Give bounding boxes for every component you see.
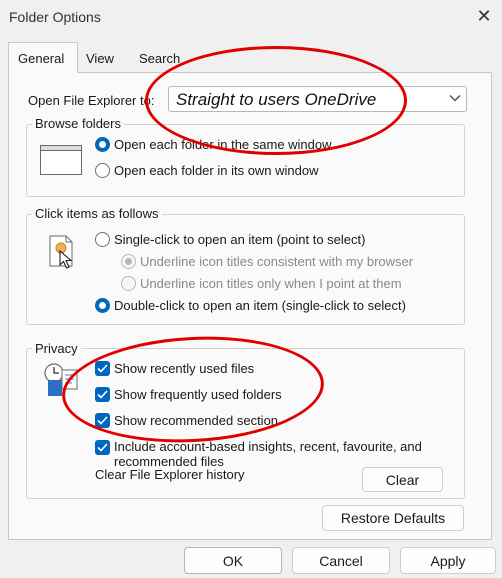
tab-general[interactable]: General bbox=[8, 42, 78, 73]
checkmark-icon[interactable] bbox=[95, 440, 110, 455]
checkmark-icon[interactable] bbox=[95, 361, 110, 376]
browse-folders-legend: Browse folders bbox=[32, 116, 124, 131]
open-file-explorer-select[interactable]: Straight to users OneDrive bbox=[168, 86, 467, 112]
radio-underline-point-label: Underline icon titles only when I point … bbox=[140, 276, 402, 291]
radio-button-selected[interactable] bbox=[95, 137, 110, 152]
radio-button[interactable] bbox=[95, 163, 110, 178]
checkbox-recommended-section[interactable]: Show recommended section bbox=[95, 413, 278, 428]
clear-history-label: Clear File Explorer history bbox=[95, 467, 245, 482]
radio-double-click-label: Double-click to open an item (single-cli… bbox=[114, 298, 406, 313]
radio-own-window-label: Open each folder in its own window bbox=[114, 163, 319, 178]
pointer-file-icon bbox=[46, 234, 80, 272]
open-file-explorer-value: Straight to users OneDrive bbox=[176, 90, 377, 109]
open-file-explorer-label: Open File Explorer to: bbox=[28, 93, 155, 108]
radio-double-click[interactable]: Double-click to open an item (single-cli… bbox=[95, 298, 406, 313]
privacy-legend: Privacy bbox=[32, 341, 81, 356]
clear-button-label: Clear bbox=[385, 471, 420, 488]
browse-folders-group bbox=[26, 124, 465, 197]
checkmark-icon[interactable] bbox=[95, 413, 110, 428]
ok-button-label: OK bbox=[222, 552, 244, 569]
chevron-down-icon[interactable] bbox=[446, 88, 464, 108]
window-icon bbox=[40, 144, 83, 176]
checkbox-frequent-folders-label: Show frequently used folders bbox=[114, 387, 282, 402]
checkbox-account-insights[interactable]: Include account-based insights, recent, … bbox=[95, 439, 440, 469]
radio-underline-consistent-label: Underline icon titles consistent with my… bbox=[140, 254, 414, 269]
radio-button[interactable] bbox=[95, 232, 110, 247]
apply-button-label: Apply bbox=[430, 552, 466, 569]
ok-button[interactable]: OK bbox=[184, 547, 282, 574]
radio-single-click[interactable]: Single-click to open an item (point to s… bbox=[95, 232, 365, 247]
radio-single-click-label: Single-click to open an item (point to s… bbox=[114, 232, 366, 247]
checkbox-recent-files[interactable]: Show recently used files bbox=[95, 361, 254, 376]
radio-same-window[interactable]: Open each folder in the same window bbox=[95, 137, 332, 152]
radio-same-window-label: Open each folder in the same window bbox=[114, 137, 332, 152]
tab-view[interactable]: View bbox=[77, 43, 123, 71]
click-items-legend: Click items as follows bbox=[32, 206, 162, 221]
cancel-button-label: Cancel bbox=[319, 552, 363, 569]
checkbox-recommended-section-label: Show recommended section bbox=[114, 413, 279, 428]
radio-button-selected[interactable] bbox=[95, 298, 110, 313]
window-title: Folder Options bbox=[9, 9, 101, 25]
checkbox-frequent-folders[interactable]: Show frequently used folders bbox=[95, 387, 282, 402]
clear-button[interactable]: Clear bbox=[362, 467, 443, 492]
tab-search[interactable]: Search bbox=[130, 43, 189, 71]
restore-defaults-button[interactable]: Restore Defaults bbox=[322, 505, 464, 531]
tab-view-label: View bbox=[86, 51, 114, 66]
apply-button[interactable]: Apply bbox=[400, 547, 496, 574]
radio-button-disabled[interactable] bbox=[121, 276, 136, 291]
restore-defaults-label: Restore Defaults bbox=[340, 510, 446, 526]
checkbox-account-insights-label: Include account-based insights, recent, … bbox=[114, 439, 422, 469]
cancel-button[interactable]: Cancel bbox=[292, 547, 390, 574]
tab-search-label: Search bbox=[139, 51, 181, 66]
checkmark-icon[interactable] bbox=[95, 387, 110, 402]
radio-underline-point[interactable]: Underline icon titles only when I point … bbox=[121, 276, 402, 291]
checkbox-recent-files-label: Show recently used files bbox=[114, 361, 255, 376]
tab-general-label: General bbox=[18, 51, 65, 66]
radio-underline-consistent[interactable]: Underline icon titles consistent with my… bbox=[121, 254, 413, 269]
close-icon[interactable]: ✕ bbox=[472, 4, 496, 28]
radio-button-disabled[interactable] bbox=[121, 254, 136, 269]
history-documents-icon bbox=[42, 360, 82, 400]
radio-own-window[interactable]: Open each folder in its own window bbox=[95, 163, 319, 178]
